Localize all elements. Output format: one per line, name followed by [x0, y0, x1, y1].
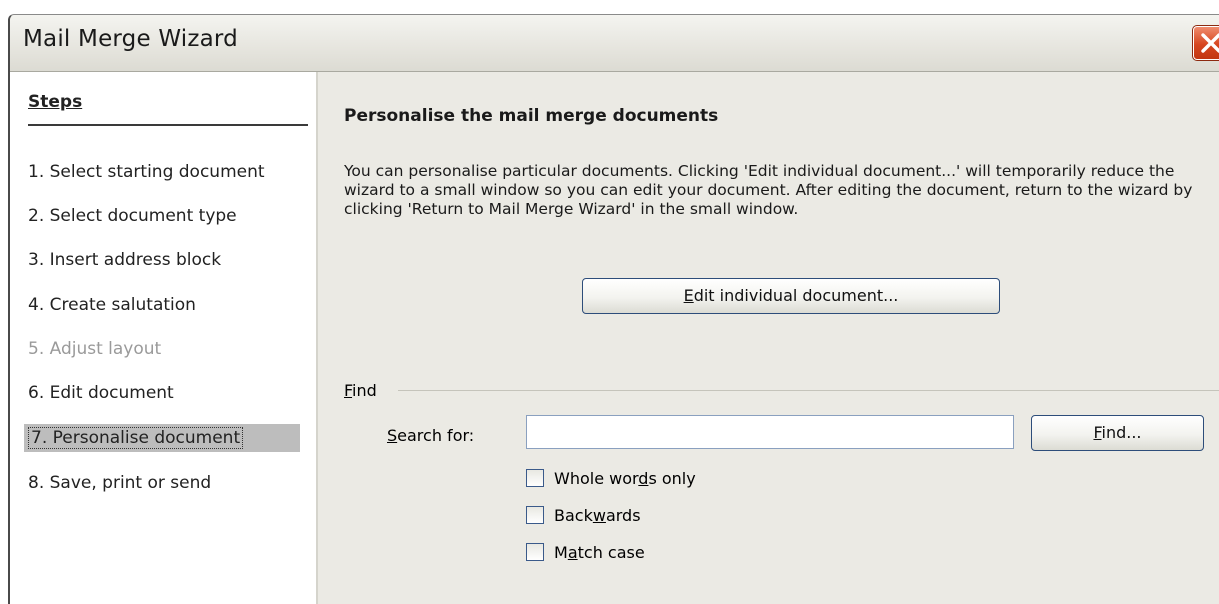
main-panel: Personalise the mail merge documents You…: [318, 72, 1219, 604]
description-text: You can personalise particular documents…: [344, 162, 1193, 218]
find-button[interactable]: Find...: [1031, 415, 1204, 451]
backwards-checkbox[interactable]: [526, 506, 544, 524]
step-edit-document[interactable]: 6. Edit document: [28, 379, 174, 407]
step-insert-address-block[interactable]: 3. Insert address block: [28, 246, 221, 274]
step-adjust-layout: 5. Adjust layout: [28, 339, 162, 359]
window-title: Mail Merge Wizard: [23, 26, 238, 52]
steps-heading: Steps: [28, 92, 308, 126]
whole-words-only-checkbox[interactable]: [526, 469, 544, 487]
steps-sidebar: Steps 1. Select starting document 2. Sel…: [10, 72, 318, 604]
backwards-option[interactable]: Backwards: [526, 505, 641, 527]
search-for-label: Search for:: [387, 426, 475, 445]
step-personalise-document[interactable]: 7. Personalise document: [24, 424, 300, 452]
match-case-checkbox[interactable]: [526, 543, 544, 561]
step-select-starting-document[interactable]: 1. Select starting document: [28, 158, 265, 186]
close-icon: [1201, 33, 1219, 53]
match-case-option[interactable]: Match case: [526, 542, 645, 564]
step-save-print-send[interactable]: 8. Save, print or send: [28, 469, 211, 497]
step-select-document-type[interactable]: 2. Select document type: [28, 202, 237, 230]
find-group-divider: [398, 390, 1219, 391]
title-bar[interactable]: Mail Merge Wizard: [10, 15, 1219, 72]
mail-merge-wizard-window: Mail Merge Wizard Steps 1. Select starti…: [8, 14, 1219, 604]
whole-words-only-option[interactable]: Whole words only: [526, 468, 696, 490]
edit-individual-document-button[interactable]: Edit individual document...: [582, 278, 1000, 314]
close-button[interactable]: [1192, 25, 1219, 61]
step-create-salutation[interactable]: 4. Create salutation: [28, 291, 196, 319]
page-title: Personalise the mail merge documents: [344, 106, 719, 126]
search-input[interactable]: [526, 415, 1014, 449]
